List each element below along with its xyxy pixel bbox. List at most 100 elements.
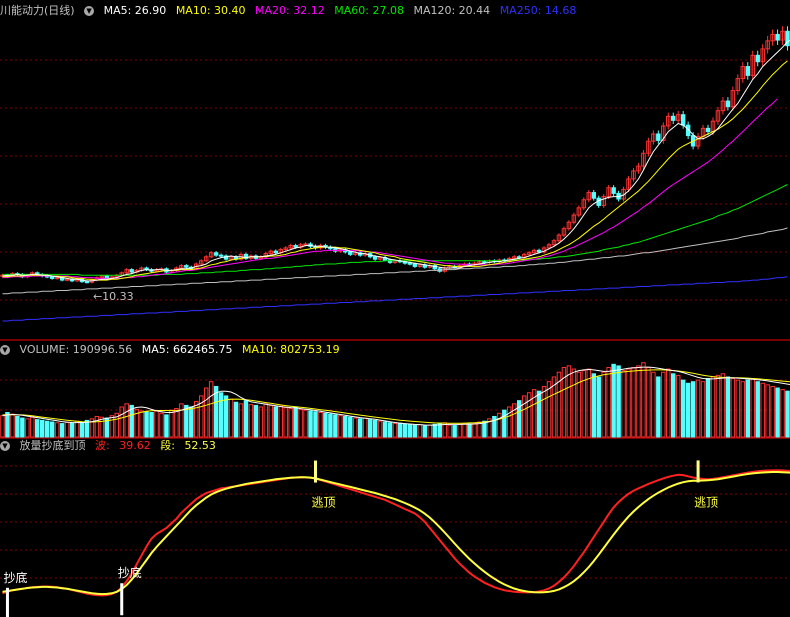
volume-bar <box>661 371 666 438</box>
volume-bar <box>606 366 611 438</box>
volume-bar <box>343 415 348 438</box>
volume-bar <box>536 390 542 438</box>
candle-body <box>680 114 686 126</box>
volume-bar <box>357 418 363 438</box>
volume-bar <box>377 420 383 438</box>
volume-bar <box>323 412 328 438</box>
volume-bar <box>74 420 80 438</box>
volume-bar <box>313 411 318 438</box>
candle-body <box>372 256 378 260</box>
volume-bar <box>59 423 65 438</box>
volume-bar <box>636 365 641 438</box>
volume-bar <box>412 424 418 438</box>
volume-bar <box>194 400 199 438</box>
volume-bar <box>611 363 616 438</box>
volume-bar <box>233 401 239 438</box>
volume-bar <box>601 371 606 438</box>
volume-bar <box>497 412 502 438</box>
volume-bar <box>238 403 244 438</box>
volume-bar <box>680 379 686 438</box>
volume-bar <box>621 370 626 438</box>
volume-bar <box>208 381 214 438</box>
candle-body <box>64 278 70 281</box>
volume-bar <box>735 379 741 438</box>
volume-bar <box>353 417 358 438</box>
volume-bar <box>427 424 433 438</box>
volume-bar <box>139 410 144 438</box>
volume-bar <box>710 376 716 438</box>
volume-bar <box>447 424 452 438</box>
volume-bar <box>164 414 169 438</box>
volume-bar <box>507 406 512 438</box>
volume-bar <box>780 389 785 438</box>
volume-bar <box>675 374 681 438</box>
volume-bar <box>730 378 736 438</box>
volume-bar <box>149 412 154 438</box>
volume-bar <box>35 419 40 438</box>
volume-bar <box>616 365 621 438</box>
volume-bar <box>20 417 25 438</box>
volume-bar <box>79 422 85 438</box>
candle-body <box>412 263 418 267</box>
volume-bar <box>99 416 105 438</box>
volume-bar <box>189 406 194 438</box>
volume-bar <box>422 425 428 438</box>
volume-bar <box>541 385 547 438</box>
volume-bar <box>69 422 75 438</box>
volume-bar <box>651 371 656 438</box>
volume-bar <box>308 410 313 438</box>
volume-bar <box>477 421 482 438</box>
candle-body <box>611 187 616 194</box>
volume-bar <box>457 423 462 438</box>
volume-bar <box>690 381 696 438</box>
candle-body <box>705 127 711 133</box>
volume-bar <box>765 384 770 438</box>
volume-bar <box>671 373 676 438</box>
chart-canvas: ←10.33 抄底 抄底 逃顶 逃顶 <box>0 26 790 617</box>
volume-bar <box>755 381 760 438</box>
volume-bar <box>666 368 671 438</box>
volume-bar <box>0 415 5 438</box>
volume-bar <box>417 424 423 438</box>
candle-body <box>303 243 308 246</box>
candle-body <box>348 251 353 255</box>
volume-bar <box>402 423 408 438</box>
volume-bar <box>144 411 149 438</box>
volume-bar <box>333 414 338 438</box>
volume-bar <box>293 406 298 438</box>
volume-bar <box>785 390 790 438</box>
volume-bar <box>54 422 60 438</box>
volume-bar <box>303 409 308 438</box>
volume-bar <box>258 406 264 438</box>
volume-bar <box>109 415 115 438</box>
volume-bar <box>94 415 100 438</box>
volume-bar <box>750 378 755 438</box>
signal-label: 逃顶 <box>312 496 336 510</box>
signal-marker <box>120 583 124 616</box>
volume-bar <box>124 403 129 438</box>
volume-bar <box>367 419 373 438</box>
volume-bar <box>631 366 636 438</box>
candle-body <box>293 245 298 248</box>
volume-bar <box>720 373 726 438</box>
volume-bar <box>725 376 731 438</box>
candle-body <box>54 277 60 280</box>
volume-bar <box>462 423 467 438</box>
candle-body <box>516 256 522 259</box>
candle-body <box>755 54 760 63</box>
volume-bar <box>596 376 601 438</box>
volume-bar <box>44 420 50 438</box>
volume-bar <box>248 404 254 438</box>
volume-bar <box>502 409 507 438</box>
volume-bar <box>283 407 288 438</box>
volume-bar <box>626 368 631 438</box>
volume-bar <box>705 378 711 438</box>
volume-bar <box>407 423 413 438</box>
candle-body <box>273 250 278 254</box>
candle-body <box>218 254 224 257</box>
volume-bar <box>203 387 209 438</box>
candle-body <box>775 33 780 41</box>
volume-bar <box>740 381 746 438</box>
volume-bar <box>382 421 388 438</box>
volume-bar <box>452 425 457 438</box>
